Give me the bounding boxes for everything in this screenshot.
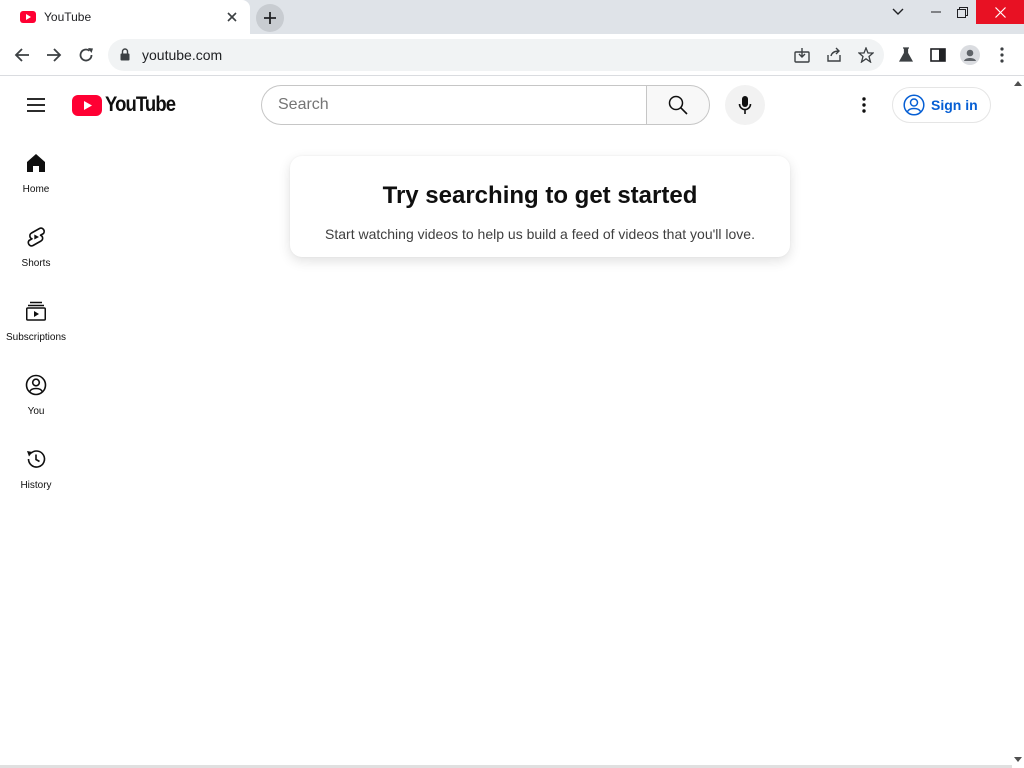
youtube-logo[interactable]: YouTube <box>72 93 185 116</box>
voice-search-button[interactable] <box>725 85 765 125</box>
labs-icon[interactable] <box>892 41 920 69</box>
arrow-right-icon <box>47 48 62 62</box>
back-button[interactable] <box>8 41 36 69</box>
search-icon <box>668 95 688 115</box>
sign-in-button[interactable]: Sign in <box>892 87 991 123</box>
tab-search-button[interactable] <box>884 0 912 24</box>
guide-item-label: History <box>20 480 52 491</box>
window-restore-button[interactable] <box>950 0 974 24</box>
guide-item-label: Subscriptions <box>5 332 67 343</box>
reload-icon <box>79 48 93 62</box>
guide-item-history[interactable]: History <box>4 429 68 503</box>
search-button[interactable] <box>646 85 710 125</box>
scroll-up-arrow-icon[interactable] <box>1014 81 1022 86</box>
browser-tabstrip: YouTube <box>0 0 1024 34</box>
page-scrollbar[interactable] <box>1012 77 1024 768</box>
restore-icon <box>956 6 968 18</box>
guide-item-subscriptions[interactable]: Subscriptions <box>4 281 68 355</box>
history-icon <box>27 450 46 468</box>
scroll-down-arrow-icon[interactable] <box>1014 757 1022 762</box>
search-input[interactable] <box>261 85 647 125</box>
chevron-down-icon <box>892 8 904 15</box>
empty-feed-prompt: Try searching to get started Start watch… <box>290 156 790 257</box>
guide-item-home[interactable]: Home <box>4 133 68 207</box>
more-vert-icon <box>862 97 866 113</box>
subscriptions-icon <box>26 301 46 321</box>
shorts-icon <box>27 227 45 247</box>
guide-item-label: Home <box>22 184 50 195</box>
tab-title: YouTube <box>44 10 92 24</box>
url-text[interactable]: youtube.com <box>142 47 222 63</box>
guide-item-label: Shorts <box>21 258 51 269</box>
lock-icon[interactable] <box>120 48 130 61</box>
settings-more-button[interactable] <box>844 85 884 125</box>
guide-menu-button[interactable] <box>16 85 56 125</box>
plus-icon <box>264 12 276 24</box>
bookmark-star-icon[interactable] <box>854 43 878 67</box>
account-circle-icon <box>903 94 925 116</box>
home-icon <box>27 154 45 172</box>
forward-button[interactable] <box>40 41 68 69</box>
prompt-title: Try searching to get started <box>382 182 698 209</box>
install-app-icon[interactable] <box>790 43 814 67</box>
guide-item-you[interactable]: You <box>4 355 68 429</box>
logo-text: YouTube <box>105 93 176 116</box>
browser-toolbar: youtube.com <box>0 34 1024 76</box>
hamburger-menu-icon <box>27 98 45 112</box>
youtube-logo-icon <box>72 94 102 116</box>
prompt-subtitle: Start watching videos to help us build a… <box>325 226 755 242</box>
arrow-left-icon <box>14 48 29 62</box>
sign-in-label: Sign in <box>931 97 978 113</box>
side-panel-icon[interactable] <box>924 41 952 69</box>
new-tab-button[interactable] <box>256 4 284 32</box>
search-box <box>261 85 710 125</box>
share-icon[interactable] <box>822 43 846 67</box>
youtube-masthead: YouTube Sign in <box>0 77 1012 133</box>
address-bar[interactable]: youtube.com <box>108 39 884 71</box>
close-icon <box>994 6 1006 18</box>
tab-close-icon[interactable] <box>222 7 242 27</box>
you-icon <box>25 374 47 396</box>
browser-tab[interactable]: YouTube <box>0 0 250 34</box>
youtube-favicon-icon <box>20 11 36 23</box>
reload-button[interactable] <box>72 41 100 69</box>
minimize-icon <box>931 11 941 13</box>
profile-avatar-icon[interactable] <box>956 41 984 69</box>
window-close-button[interactable] <box>976 0 1024 24</box>
guide-item-label: You <box>27 406 45 417</box>
microphone-icon <box>738 96 752 114</box>
window-minimize-button[interactable] <box>924 0 948 24</box>
browser-menu-icon[interactable] <box>988 41 1016 69</box>
guide-item-shorts[interactable]: Shorts <box>4 207 68 281</box>
